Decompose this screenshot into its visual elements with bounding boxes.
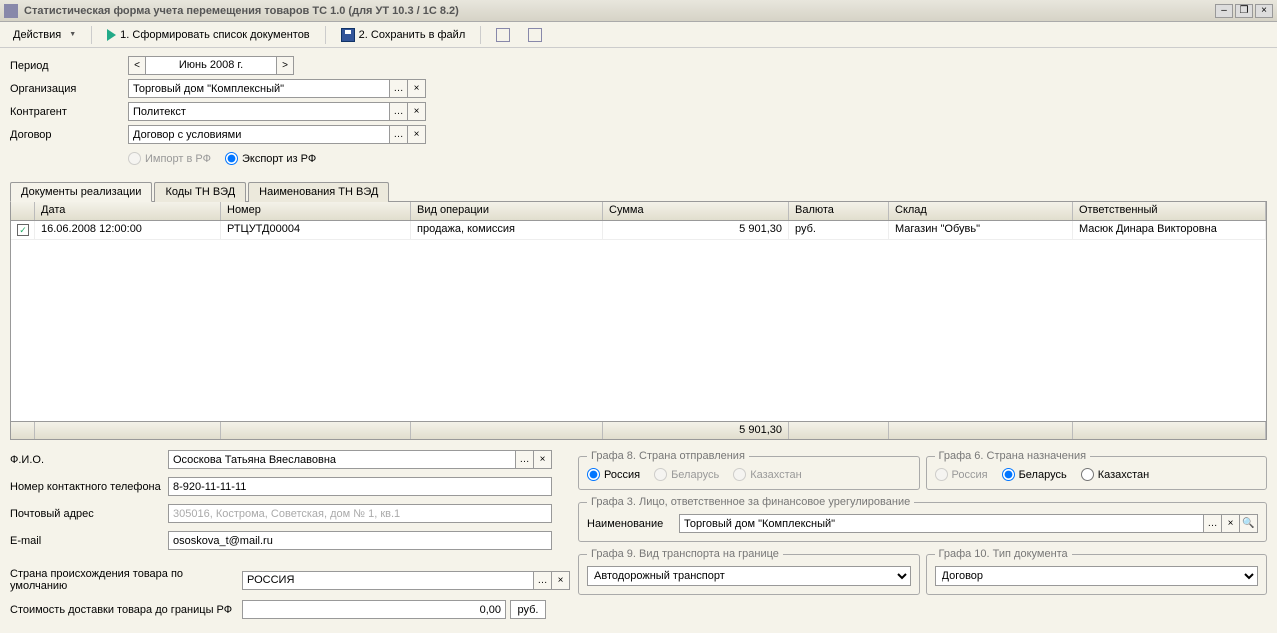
fio-input[interactable] <box>168 450 516 469</box>
save-file-button[interactable]: 2. Сохранить в файл <box>334 25 473 45</box>
app-icon <box>4 4 18 18</box>
g6-belarus[interactable]: Беларусь <box>1002 468 1067 481</box>
contract-label: Договор <box>10 129 128 141</box>
toolbar-extra-1[interactable] <box>489 25 517 45</box>
period-next-button[interactable]: > <box>276 56 294 75</box>
country-select-button[interactable]: … <box>534 571 552 590</box>
delivery-label: Стоимость доставки товара до границы РФ <box>10 604 242 616</box>
period-label: Период <box>10 60 128 72</box>
minimize-button[interactable]: – <box>1215 4 1233 18</box>
close-button[interactable]: × <box>1255 4 1273 18</box>
g3-clear-button[interactable]: × <box>1222 514 1240 533</box>
g3-search-button[interactable]: 🔍 <box>1240 514 1258 533</box>
org-input[interactable] <box>128 79 390 98</box>
g3-name-label: Наименование <box>587 518 679 530</box>
g8-fieldset: Графа 8. Страна отправления Россия Белар… <box>578 450 920 490</box>
g8-russia[interactable]: Россия <box>587 468 640 481</box>
tab-names[interactable]: Наименования ТН ВЭД <box>248 182 389 202</box>
play-icon <box>107 29 116 41</box>
contract-input[interactable] <box>128 125 390 144</box>
fio-select-button[interactable]: … <box>516 450 534 469</box>
g8-belarus: Беларусь <box>654 468 719 481</box>
table-row[interactable]: ✓ 16.06.2008 12:00:00 РТЦУТД00004 продаж… <box>11 221 1266 240</box>
maximize-button[interactable]: ❐ <box>1235 4 1253 18</box>
addr-input[interactable] <box>168 504 552 523</box>
org-select-button[interactable]: … <box>390 79 408 98</box>
save-icon <box>341 28 355 42</box>
tab-documents[interactable]: Документы реализации <box>10 182 152 202</box>
g3-name-input[interactable] <box>679 514 1204 533</box>
phone-label: Номер контактного телефона <box>10 481 168 493</box>
period-value[interactable]: Июнь 2008 г. <box>146 56 276 75</box>
org-clear-button[interactable]: × <box>408 79 426 98</box>
grid-header: Дата Номер Вид операции Сумма Валюта Скл… <box>11 202 1266 221</box>
addr-label: Почтовый адрес <box>10 508 168 520</box>
toolbar-extra-2[interactable] <box>521 25 549 45</box>
import-radio: Импорт в РФ <box>128 152 211 165</box>
g3-fieldset: Графа 3. Лицо, ответственное за финансов… <box>578 496 1267 542</box>
actions-menu[interactable]: Действия <box>6 26 83 44</box>
window-title: Статистическая форма учета перемещения т… <box>24 5 1215 17</box>
country-clear-button[interactable]: × <box>552 571 570 590</box>
period-prev-button[interactable]: < <box>128 56 146 75</box>
fio-label: Ф.И.О. <box>10 454 168 466</box>
contract-select-button[interactable]: … <box>390 125 408 144</box>
g10-select[interactable]: Договор <box>935 566 1259 586</box>
arrow-icon <box>528 28 542 42</box>
g6-fieldset: Графа 6. Страна назначения Россия Белару… <box>926 450 1268 490</box>
phone-input[interactable] <box>168 477 552 496</box>
g9-select[interactable]: Автодорожный транспорт <box>587 566 911 586</box>
country-label: Страна происхождения товара по умолчанию <box>10 568 242 592</box>
contract-clear-button[interactable]: × <box>408 125 426 144</box>
g10-fieldset: Графа 10. Тип документа Договор <box>926 548 1268 595</box>
g9-fieldset: Графа 9. Вид транспорта на границе Автод… <box>578 548 920 595</box>
g8-kazakhstan: Казахстан <box>733 468 802 481</box>
export-radio[interactable]: Экспорт из РФ <box>225 152 316 165</box>
contragent-label: Контрагент <box>10 106 128 118</box>
email-input[interactable] <box>168 531 552 550</box>
g3-select-button[interactable]: … <box>1204 514 1222 533</box>
contragent-clear-button[interactable]: × <box>408 102 426 121</box>
row-checkbox[interactable]: ✓ <box>17 224 29 236</box>
delivery-currency <box>510 600 546 619</box>
email-label: E-mail <box>10 535 168 547</box>
contragent-input[interactable] <box>128 102 390 121</box>
generate-docs-button[interactable]: 1. Сформировать список документов <box>100 26 317 44</box>
grid-footer: 5 901,30 <box>11 421 1266 439</box>
tab-codes[interactable]: Коды ТН ВЭД <box>154 182 246 202</box>
fio-clear-button[interactable]: × <box>534 450 552 469</box>
g6-kazakhstan[interactable]: Казахстан <box>1081 468 1150 481</box>
org-label: Организация <box>10 83 128 95</box>
country-input[interactable] <box>242 571 534 590</box>
arrow-icon <box>496 28 510 42</box>
contragent-select-button[interactable]: … <box>390 102 408 121</box>
delivery-input[interactable] <box>242 600 506 619</box>
g6-russia: Россия <box>935 468 988 481</box>
